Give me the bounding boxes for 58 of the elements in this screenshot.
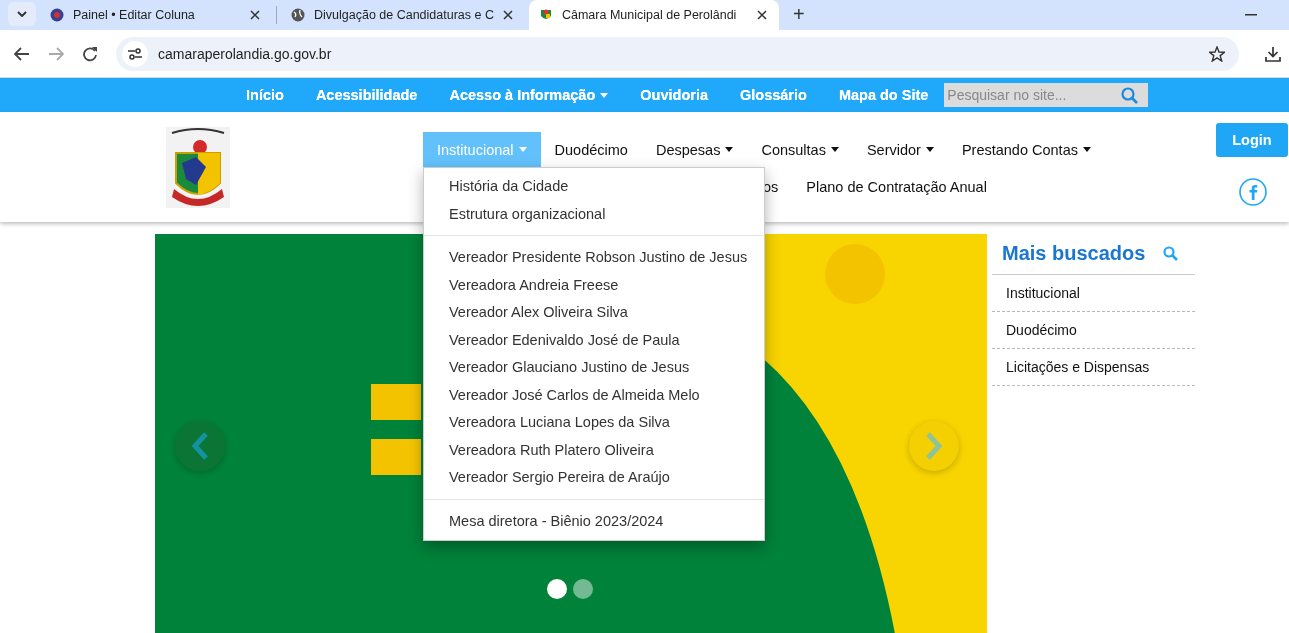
address-bar[interactable]: camaraperolandia.go.gov.br bbox=[116, 36, 1239, 71]
nav-menu-item[interactable]: Despesas bbox=[641, 132, 748, 167]
close-icon[interactable] bbox=[502, 10, 513, 20]
emblem-icon bbox=[50, 8, 64, 22]
close-icon[interactable] bbox=[756, 10, 767, 20]
dropdown-item[interactable]: História da Cidade bbox=[424, 173, 764, 201]
nav-menu-item[interactable]: Consultas bbox=[747, 132, 853, 167]
nav-menu-item[interactable]: Prestando Contas bbox=[947, 132, 1105, 167]
tab-title: Câmara Municipal de Perolândi bbox=[561, 8, 738, 22]
tab-title: Divulgação de Candidaturas e C bbox=[314, 8, 494, 22]
caret-icon bbox=[925, 147, 934, 152]
sidebar-link[interactable]: Institucional bbox=[992, 275, 1195, 312]
caret-icon bbox=[600, 92, 609, 98]
caret-icon bbox=[518, 147, 527, 152]
chevron-left-icon bbox=[192, 432, 208, 460]
globe-icon bbox=[291, 8, 305, 22]
caret-icon bbox=[1082, 147, 1091, 152]
chevron-down-icon bbox=[17, 11, 27, 17]
slide-dot[interactable] bbox=[573, 579, 593, 599]
sidebar-link[interactable]: Licitações e Dispensas bbox=[992, 349, 1195, 386]
back-icon[interactable] bbox=[14, 46, 30, 61]
dropdown-item[interactable]: Vereador Edenivaldo José de Paula bbox=[424, 326, 764, 354]
sidebar-link[interactable]: Duodécimo bbox=[992, 312, 1195, 349]
nav-menu-item[interactable]: Servidor bbox=[852, 132, 948, 167]
nav-menu-item[interactable]: Plano de Contratação Anual bbox=[806, 179, 987, 195]
site-settings-icon[interactable] bbox=[128, 47, 142, 60]
caret-icon bbox=[830, 147, 839, 152]
dropdown-item[interactable]: Vereador José Carlos de Almeida Melo bbox=[424, 381, 764, 409]
browser-tab[interactable]: Câmara Municipal de Perolândi bbox=[528, 0, 779, 30]
dropdown-item[interactable]: Vereador Presidente Robson Justino de Jesus bbox=[424, 244, 764, 272]
browser-tab[interactable]: Painel • Editar Coluna bbox=[40, 0, 272, 30]
browser-tab[interactable]: Divulgação de Candidaturas e C bbox=[281, 0, 525, 30]
tab-title: Painel • Editar Coluna bbox=[73, 8, 196, 22]
caret-icon bbox=[725, 147, 734, 152]
reload-icon[interactable] bbox=[82, 45, 98, 62]
section-title: Mais buscados bbox=[1002, 242, 1146, 265]
dropdown-item[interactable]: Vereadora Ruth Platero Oliveira bbox=[424, 436, 764, 464]
tab-list-button[interactable] bbox=[8, 2, 36, 26]
search-icon[interactable] bbox=[1163, 246, 1179, 261]
dropdown-item[interactable]: Vereador Glauciano Justino de Jesus bbox=[424, 354, 764, 382]
nav-menu-item[interactable]: Duodécimo bbox=[540, 132, 642, 167]
chevron-right-icon bbox=[926, 432, 942, 460]
search-icon[interactable] bbox=[1121, 86, 1139, 104]
new-tab-button[interactable]: + bbox=[782, 3, 815, 26]
dropdown-item[interactable]: Vereadora Andreia Freese bbox=[424, 271, 764, 299]
dropdown-item[interactable]: Vereadora Luciana Lopes da Silva bbox=[424, 409, 764, 437]
facebook-icon[interactable] bbox=[1239, 178, 1267, 206]
dropdown-item[interactable]: Mesa diretora - Biênio 2023/2024 bbox=[424, 507, 764, 535]
search-field[interactable]: Pesquisar no site... bbox=[944, 83, 1149, 107]
close-icon[interactable] bbox=[250, 10, 260, 20]
dropdown-item[interactable]: Estrutura organizacional bbox=[424, 200, 764, 228]
minimize-icon[interactable] bbox=[1245, 14, 1257, 16]
dropdown-item[interactable]: Vereador Alex Oliveira Silva bbox=[424, 299, 764, 327]
dropdown-item[interactable]: Vereador Sergio Pereira de Araújo bbox=[424, 464, 764, 492]
emblem-icon bbox=[538, 8, 553, 22]
star-icon[interactable] bbox=[1209, 45, 1225, 62]
download-icon[interactable] bbox=[1265, 45, 1281, 62]
url-text: camaraperolandia.go.gov.br bbox=[158, 45, 333, 62]
